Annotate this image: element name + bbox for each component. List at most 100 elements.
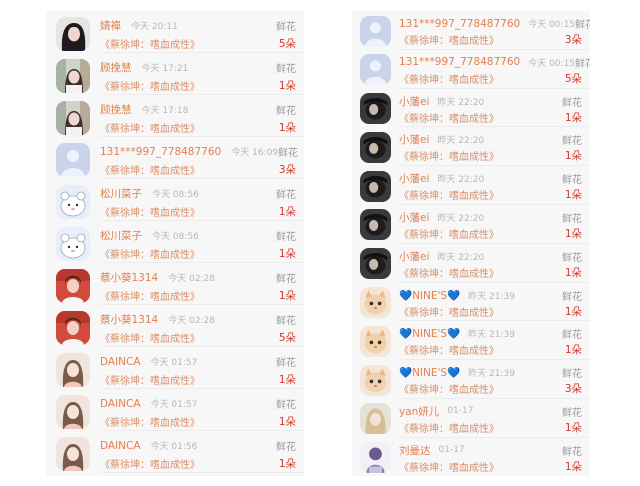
gift-record-row[interactable]: 💙NINE'S💙 昨天 21:39 鲜花 《蔡徐坤：嗜血成性》 1朵 (352, 323, 590, 361)
gift-record-row[interactable]: 顾挽慧 今天 17:18 鲜花 《蔡徐坤：嗜血成性》 1朵 (46, 97, 304, 137)
gift-record-row[interactable]: 小藩ei 昨天 22:20 鲜花 《蔡徐坤：嗜血成性》 1朵 (352, 129, 590, 167)
avatar[interactable] (360, 325, 391, 357)
avatar[interactable] (360, 287, 391, 319)
song-title[interactable]: 《蔡徐坤：嗜血成性》 (399, 148, 499, 163)
avatar[interactable] (56, 394, 90, 429)
song-title[interactable]: 《蔡徐坤：嗜血成性》 (100, 414, 200, 429)
avatar[interactable] (360, 403, 391, 435)
sender-name[interactable]: 蔡小葵1314 (100, 270, 158, 285)
gift-record-row[interactable]: 小藩ei 昨天 22:20 鲜花 《蔡徐坤：嗜血成性》 1朵 (352, 90, 590, 128)
gift-record-row[interactable]: 131***997_778487760 今天 00:15鲜花《蔡徐坤：嗜血成性》 5… (352, 51, 590, 89)
gift-record-row[interactable]: 婧禕 今天 20:11 鲜花 《蔡徐坤：嗜血成性》 5朵 (46, 13, 304, 53)
song-title[interactable]: 《蔡徐坤：嗜血成性》 (399, 342, 499, 357)
avatar[interactable] (360, 442, 391, 474)
gift-record-row[interactable]: 蔡小葵1314 今天 02:28 鲜花 《蔡徐坤：嗜血成性》 1朵 (46, 265, 304, 305)
song-title[interactable]: 《蔡徐坤：嗜血成性》 (100, 78, 200, 93)
song-title[interactable]: 《蔡徐坤：嗜血成性》 (399, 226, 499, 241)
song-title[interactable]: 《蔡徐坤：嗜血成性》 (100, 246, 200, 261)
sender-name[interactable]: DAINCA (100, 440, 141, 452)
avatar[interactable] (360, 209, 391, 241)
sender-name[interactable]: 松川菜子 (100, 228, 142, 243)
sender-name[interactable]: DAINCA (100, 356, 141, 368)
song-title[interactable]: 《蔡徐坤：嗜血成性》 (399, 265, 499, 280)
sender-name[interactable]: 131***997_778487760 (399, 56, 520, 68)
avatar[interactable] (360, 364, 391, 396)
song-title[interactable]: 《蔡徐坤：嗜血成性》 (399, 110, 499, 125)
song-title[interactable]: 《蔡徐坤：嗜血成性》 (399, 420, 499, 435)
avatar[interactable] (360, 248, 391, 280)
avatar[interactable] (56, 268, 90, 303)
avatar[interactable] (360, 15, 391, 47)
avatar[interactable] (56, 142, 90, 177)
gift-record-row[interactable]: yan妍儿 01-17 鲜花 《蔡徐坤：嗜血成性》 1朵 (352, 400, 590, 438)
sender-name[interactable]: 💙NINE'S💙 (399, 289, 460, 302)
flower-count: 3朵 (564, 34, 582, 46)
song-title[interactable]: 《蔡徐坤：嗜血成性》 (100, 288, 200, 303)
gift-record-row[interactable]: 131***997_778487760 今天 16:09 鲜花 《蔡徐坤：嗜血成性》 3… (46, 139, 304, 179)
gift-record-row[interactable]: 💙NINE'S💙 昨天 21:39 鲜花 《蔡徐坤：嗜血成性》 1朵 (352, 284, 590, 322)
row-divider (100, 261, 304, 263)
sender-name[interactable]: 💙NINE'S💙 (399, 366, 460, 379)
timestamp: 今天 01:57 (150, 358, 198, 369)
row-divider (399, 165, 590, 167)
gift-record-row[interactable]: 小藩ei 昨天 22:20 鲜花 《蔡徐坤：嗜血成性》 1朵 (352, 245, 590, 283)
gift-record-row[interactable]: 顾挽慧 今天 17:21 鲜花 《蔡徐坤：嗜血成性》 1朵 (46, 55, 304, 95)
avatar[interactable] (56, 16, 90, 51)
song-title[interactable]: 《蔡徐坤：嗜血成性》 (399, 304, 499, 319)
avatar[interactable] (56, 226, 90, 261)
timestamp: 今天 01:57 (150, 400, 198, 411)
sender-name[interactable]: 131***997_778487760 (399, 18, 520, 30)
song-title[interactable]: 《蔡徐坤：嗜血成性》 (399, 187, 499, 202)
gift-record-row[interactable]: 小藩ei 昨天 22:20 鲜花 《蔡徐坤：嗜血成性》 1朵 (352, 168, 590, 205)
avatar[interactable] (56, 100, 90, 135)
song-title[interactable]: 《蔡徐坤：嗜血成性》 (399, 32, 499, 47)
avatar[interactable] (56, 58, 90, 93)
song-title[interactable]: 《蔡徐坤：嗜血成性》 (399, 459, 499, 474)
gift-record-row[interactable]: DAINCA 今天 01:56 鲜花 《蔡徐坤：嗜血成性》 1朵 (46, 433, 304, 473)
song-title[interactable]: 《蔡徐坤：嗜血成性》 (100, 456, 200, 471)
avatar[interactable] (360, 93, 391, 125)
gift-record-row[interactable]: 松川菜子 今天 08:56 鲜花 《蔡徐坤：嗜血成性》 1朵 (46, 223, 304, 263)
sender-name[interactable]: 131***997_778487760 (100, 146, 221, 158)
gift-record-row[interactable]: DAINCA 今天 01:57 鲜花 《蔡徐坤：嗜血成性》 1朵 (46, 349, 304, 389)
avatar[interactable] (56, 436, 90, 471)
gift-record-row[interactable]: 小藩ei 昨天 22:20 鲜花 《蔡徐坤：嗜血成性》 1朵 (352, 206, 590, 244)
avatar[interactable] (56, 184, 90, 219)
sender-name[interactable]: 小藩ei (399, 132, 429, 147)
gift-record-row[interactable]: 蔡小葵1314 今天 02:28 鲜花 《蔡徐坤：嗜血成性》 5朵 (46, 307, 304, 347)
gift-record-row[interactable]: DAINCA 今天 01:57 鲜花 《蔡徐坤：嗜血成性》 1朵 (46, 391, 304, 431)
gift-record-row[interactable]: 💙NINE'S💙 昨天 21:39 鲜花 《蔡徐坤：嗜血成性》 3朵 (352, 362, 590, 399)
sender-name[interactable]: 顾挽慧 (100, 60, 132, 75)
avatar[interactable] (360, 131, 391, 163)
gift-record-row[interactable]: 131***997_778487760 今天 00:15鲜花《蔡徐坤：嗜血成性》 3… (352, 13, 590, 50)
gift-type-label: 鲜花 (276, 442, 296, 454)
song-title[interactable]: 《蔡徐坤：嗜血成性》 (100, 330, 200, 345)
sender-name[interactable]: yan妍儿 (399, 404, 439, 419)
gift-record-row[interactable]: 松川菜子 今天 08:56 鲜花 《蔡徐坤：嗜血成性》 1朵 (46, 181, 304, 221)
sender-name[interactable]: 💙NINE'S💙 (399, 327, 460, 340)
sender-name[interactable]: DAINCA (100, 398, 141, 410)
sender-name[interactable]: 蔡小葵1314 (100, 312, 158, 327)
gift-type-label: 鲜花 (276, 64, 296, 76)
song-title[interactable]: 《蔡徐坤：嗜血成性》 (100, 162, 200, 177)
song-title[interactable]: 《蔡徐坤：嗜血成性》 (399, 381, 499, 396)
song-title[interactable]: 《蔡徐坤：嗜血成性》 (100, 120, 200, 135)
song-title[interactable]: 《蔡徐坤：嗜血成性》 (399, 71, 499, 86)
row-divider (399, 281, 590, 283)
sender-name[interactable]: 小藩ei (399, 171, 429, 186)
sender-name[interactable]: 小藩ei (399, 210, 429, 225)
avatar[interactable] (360, 54, 391, 86)
avatar[interactable] (56, 310, 90, 345)
sender-name[interactable]: 松川菜子 (100, 186, 142, 201)
song-title[interactable]: 《蔡徐坤：嗜血成性》 (100, 372, 200, 387)
avatar[interactable] (56, 352, 90, 387)
sender-name[interactable]: 刘曼达 (399, 443, 431, 458)
song-title[interactable]: 《蔡徐坤：嗜血成性》 (100, 36, 200, 51)
gift-record-row[interactable]: 刘曼达 01-17 鲜花 《蔡徐坤：嗜血成性》 1朵 (352, 439, 590, 476)
sender-name[interactable]: 小藩ei (399, 249, 429, 264)
sender-name[interactable]: 婧禕 (100, 18, 121, 33)
song-title[interactable]: 《蔡徐坤：嗜血成性》 (100, 204, 200, 219)
sender-name[interactable]: 顾挽慧 (100, 102, 132, 117)
sender-name[interactable]: 小藩ei (399, 94, 429, 109)
avatar[interactable] (360, 170, 391, 202)
